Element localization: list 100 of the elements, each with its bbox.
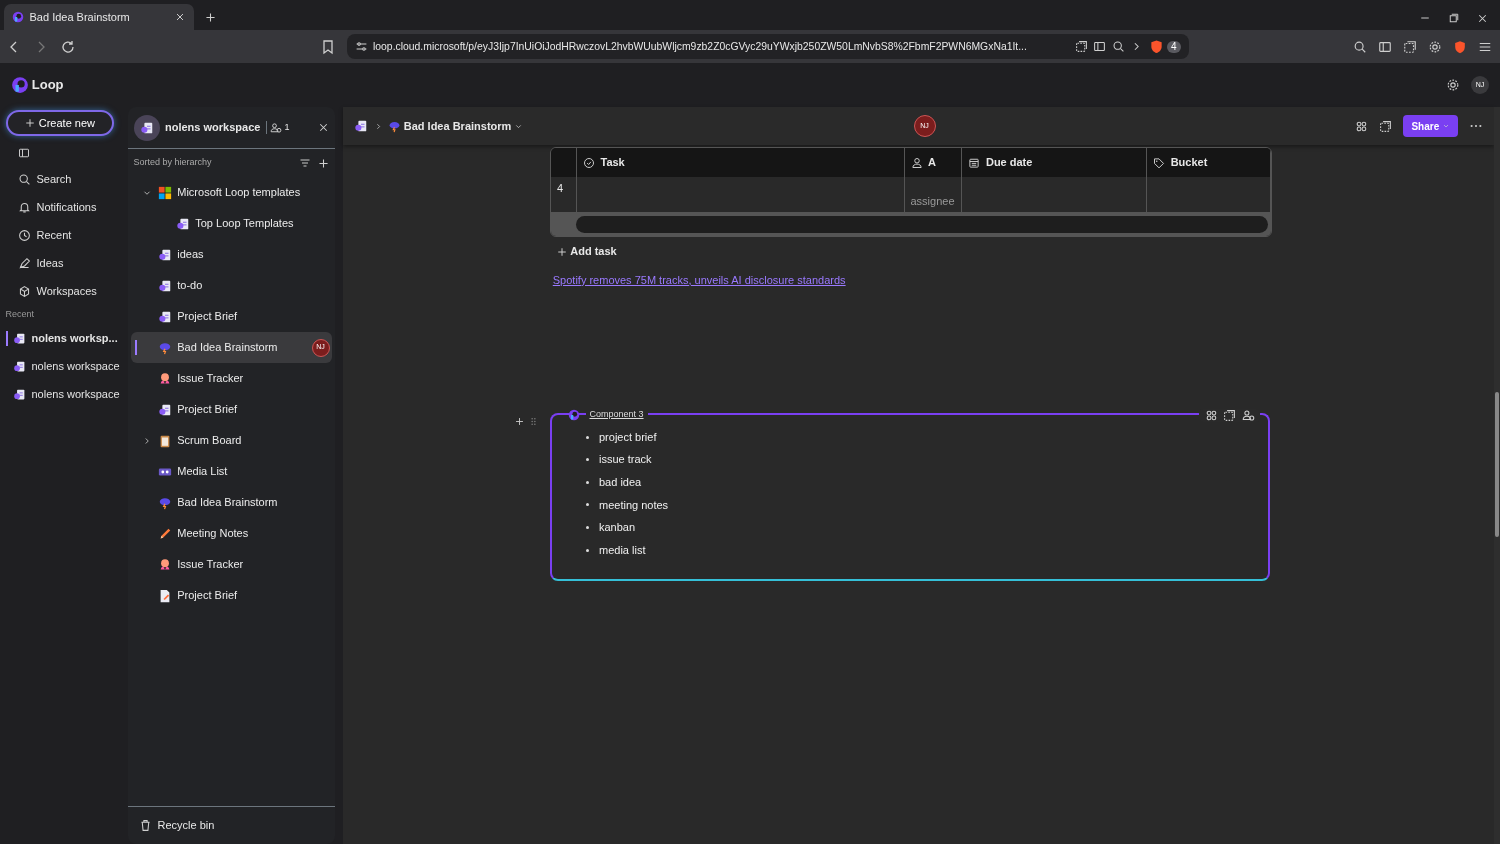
component-title[interactable]: Component 3: [585, 408, 648, 422]
close-icon[interactable]: [174, 11, 186, 23]
horizontal-scrollbar[interactable]: [575, 215, 1269, 233]
bullet-text: bad idea: [599, 475, 642, 490]
tree-item[interactable]: Microsoft Loop templates: [130, 177, 333, 208]
workspace-link[interactable]: nolens workspace: [0, 352, 128, 381]
app-name: Loop: [31, 76, 64, 95]
plus-icon: [555, 245, 568, 258]
bullet-text: issue track: [599, 452, 652, 468]
column-header[interactable]: Due date: [962, 148, 1148, 177]
cloud-icon: [157, 340, 172, 355]
restore-icon[interactable]: [1447, 11, 1460, 24]
bullet-text: kanban: [599, 520, 636, 536]
new-tab-icon[interactable]: [204, 11, 217, 24]
apps-icon[interactable]: [1204, 408, 1218, 422]
nav-item[interactable]: Workspaces: [0, 277, 128, 306]
tree-item[interactable]: Project Brief: [130, 301, 333, 332]
add-icon[interactable]: [316, 156, 330, 170]
tree-item[interactable]: Meeting Notes: [130, 518, 333, 549]
member-count: 1: [284, 120, 290, 134]
bullet-icon: [586, 458, 589, 462]
page-icon: [157, 309, 172, 324]
item-label: Scrum Board: [177, 433, 243, 449]
tree-item[interactable]: Bad Idea Brainstorm: [130, 487, 333, 518]
item-label: Project Brief: [177, 588, 239, 604]
bullet-icon: [586, 480, 589, 484]
add-block-icon[interactable]: [514, 415, 525, 427]
tree-item[interactable]: Project Brief: [130, 580, 333, 611]
tree-item[interactable]: to-do: [130, 270, 333, 301]
workspace-icon[interactable]: [354, 119, 368, 133]
tree-item[interactable]: Issue Tracker: [130, 363, 333, 394]
page-icon: [157, 247, 172, 262]
tree-item[interactable]: Project Brief: [130, 394, 333, 425]
page-icon: [157, 402, 172, 417]
breadcrumb-title[interactable]: Bad Idea Brainstorm: [388, 117, 524, 135]
loop-logo-icon: [12, 11, 24, 23]
copy-icon[interactable]: [1223, 408, 1236, 422]
check-circle-icon: [583, 156, 595, 169]
cloud-icon: [388, 119, 401, 133]
site-settings-icon[interactable]: [354, 40, 368, 53]
share-button[interactable]: Share: [1403, 115, 1458, 137]
tree-item[interactable]: ideas: [130, 239, 333, 270]
tab-title: Bad Idea Brainstorm: [29, 9, 131, 25]
article-link[interactable]: Spotify removes 75M tracks, unveils AI disclosure standards: [552, 271, 846, 288]
settings-icon[interactable]: [1446, 78, 1460, 92]
column-header[interactable]: Task: [577, 148, 905, 177]
calendar-icon: [968, 156, 981, 169]
apps-icon[interactable]: [1355, 119, 1369, 133]
item-label: Top Loop Templates: [195, 216, 295, 232]
bullet-text: meeting notes: [599, 497, 669, 513]
recycle-bin[interactable]: Recycle bin: [128, 806, 335, 844]
workspace-icon: [13, 387, 26, 401]
workspace-icon: [13, 331, 26, 345]
nav-item[interactable]: Recent: [0, 221, 128, 250]
nav-item[interactable]: Notifications: [0, 193, 128, 222]
shield-icon[interactable]: [1452, 39, 1467, 54]
plus-icon: [24, 116, 36, 129]
members-icon[interactable]: [269, 121, 282, 134]
copy-icon[interactable]: [1379, 119, 1393, 133]
bullet-text: project brief: [599, 429, 657, 445]
url-text: loop.cloud.microsoft/p/eyJ3Ijp7InUiOiJodHRwczovL2hvbWUubWljcm9zb2Z0cGVyc29uYWxjb250ZW50LmNvbS8%2FbmF2PWN6MGxNa1It...: [373, 39, 1028, 54]
workspace-link[interactable]: nolens workspace: [0, 380, 128, 409]
workspace-icon: [13, 359, 26, 373]
tree-item[interactable]: Top Loop Templates: [130, 208, 333, 239]
item-label: Media List: [177, 464, 229, 480]
address-bar[interactable]: loop.cloud.microsoft/p/eyJ3Ijp7InUiOiJodHRwczovL2hvbWUubWljcm9zb2Z0cGVyc29uYWxjb250ZW50LmNvbS8%2FbmF2PWN6MGxNa1It... 4: [346, 34, 1189, 59]
search-icon: [18, 172, 31, 186]
collapse-panel-icon[interactable]: [18, 147, 30, 160]
cube-icon: [18, 284, 31, 298]
item-label: Microsoft Loop templates: [177, 185, 302, 201]
column-header[interactable]: Bucket: [1147, 148, 1271, 177]
nav-item[interactable]: Ideas: [0, 249, 128, 278]
browser-tab[interactable]: Bad Idea Brainstorm: [4, 4, 194, 30]
tree-item[interactable]: Issue Tracker: [130, 549, 333, 580]
column-header[interactable]: A: [904, 148, 963, 177]
zoom-icon[interactable]: [1111, 40, 1125, 53]
bullet-text: media list: [599, 542, 646, 558]
loop-logo-icon: [11, 76, 29, 94]
create-new-button[interactable]: Create new: [5, 109, 114, 136]
vertical-scrollbar[interactable]: [1494, 107, 1500, 844]
reload-icon[interactable]: [59, 38, 76, 55]
workspace-name: nolens workspace: [165, 120, 261, 136]
cloud-icon: [157, 495, 172, 510]
nav-item[interactable]: Search: [0, 165, 128, 194]
workspace-link[interactable]: nolens worksp...: [0, 324, 128, 353]
pen-icon: [18, 256, 31, 270]
page-icon: [157, 278, 172, 293]
tree-item[interactable]: Media List: [130, 456, 333, 487]
sidebar-icon[interactable]: [1377, 39, 1392, 54]
shield-icon[interactable]: [1148, 39, 1164, 54]
bullet-icon: [586, 525, 589, 529]
add-task-button[interactable]: Add task: [555, 242, 1494, 261]
trash-icon: [139, 819, 152, 832]
item-label: Project Brief: [177, 402, 239, 418]
item-label: Issue Tracker: [177, 557, 245, 573]
tree-item[interactable]: Scrum Board: [130, 425, 333, 456]
tiles-icon: [157, 185, 172, 200]
page-icon: [175, 216, 190, 231]
search-icon[interactable]: [1352, 39, 1367, 54]
filter-icon[interactable]: [299, 157, 311, 169]
